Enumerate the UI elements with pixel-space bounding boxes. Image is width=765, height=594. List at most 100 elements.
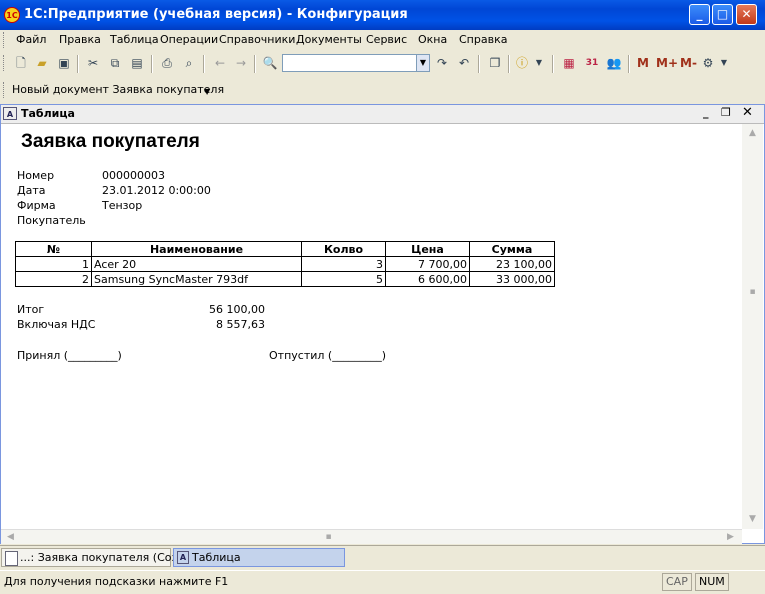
print-icon[interactable]: ⎙ xyxy=(159,55,175,71)
info-icon[interactable]: ⓘ xyxy=(514,55,530,71)
chevron-down-icon[interactable]: ▼ xyxy=(716,55,732,71)
separator xyxy=(552,55,554,73)
col-header-name: Наименование xyxy=(91,241,302,257)
grip-handle[interactable] xyxy=(3,55,7,71)
calculator-icon[interactable]: ▦ xyxy=(561,55,577,71)
cell-sum: 33 000,00 xyxy=(469,271,555,287)
scroll-down-icon[interactable]: ▼ xyxy=(745,512,760,527)
save-icon[interactable]: ▣ xyxy=(56,55,72,71)
vertical-scrollbar[interactable]: ▲ ▪ ▼ xyxy=(742,124,763,529)
tools-icon[interactable]: ⚙ xyxy=(700,55,716,71)
windows-icon[interactable]: ❐ xyxy=(487,55,503,71)
menu-file[interactable]: Файл xyxy=(16,33,46,46)
child-close-button[interactable]: ✕ xyxy=(742,105,753,120)
paste-icon[interactable]: ▤ xyxy=(129,55,145,71)
search-icon[interactable]: 🔍 xyxy=(262,55,278,71)
document-heading: Заявка покупателя xyxy=(21,131,200,152)
col-header-number: № xyxy=(15,241,92,257)
spreadsheet-icon: A xyxy=(177,551,189,564)
status-hint: Для получения подсказки нажмите F1 xyxy=(4,575,229,588)
grip-handle[interactable] xyxy=(3,32,7,48)
spreadsheet-document[interactable]: Заявка покупателя Номер 000000003 Дата 2… xyxy=(1,124,741,529)
child-window-title: Таблица xyxy=(21,107,75,120)
col-header-sum: Сумма xyxy=(469,241,555,257)
new-icon[interactable]: 🗋 xyxy=(13,55,29,71)
find-next-icon[interactable]: ↷ xyxy=(434,55,450,71)
released-signature: Отпустил (_________) xyxy=(269,349,386,362)
cut-icon[interactable]: ✂ xyxy=(85,55,101,71)
copy-icon[interactable]: ⧉ xyxy=(107,55,123,71)
menu-help[interactable]: Справка xyxy=(459,33,507,46)
forward-icon[interactable]: → xyxy=(233,55,249,71)
menu-documents[interactable]: Документы xyxy=(296,33,362,46)
menu-catalogs[interactable]: Справочники xyxy=(219,33,295,46)
cell-number: 1 xyxy=(15,256,92,272)
chevron-down-icon[interactable]: ▼ xyxy=(531,55,547,71)
vat-value: 8 557,63 xyxy=(216,318,265,331)
window-title: 1С:Предприятие (учебная версия) - Конфиг… xyxy=(24,7,408,22)
child-minimize-button[interactable]: _ xyxy=(703,106,709,119)
field-label-date: Дата xyxy=(17,184,46,197)
menu-service[interactable]: Сервис xyxy=(366,33,407,46)
find-prev-icon[interactable]: ↶ xyxy=(456,55,472,71)
field-label-number: Номер xyxy=(17,169,55,182)
maximize-button[interactable]: □ xyxy=(712,4,733,25)
new-document-button[interactable]: Новый документ Заявка покупателя xyxy=(12,83,224,96)
memory-minus-button[interactable]: M- xyxy=(680,56,697,70)
menu-table[interactable]: Таблица xyxy=(110,33,159,46)
received-signature: Принял (_________) xyxy=(17,349,122,362)
separator xyxy=(254,55,256,73)
cell-name: Samsung SyncMaster 793df xyxy=(91,271,302,287)
field-label-firm: Фирма xyxy=(17,199,56,212)
cell-price: 7 700,00 xyxy=(385,256,470,272)
cell-qty: 5 xyxy=(301,271,386,287)
scroll-grip-icon[interactable]: ▪ xyxy=(321,530,336,545)
scroll-up-icon[interactable]: ▲ xyxy=(745,126,760,141)
document-icon xyxy=(5,551,18,566)
app-logo-icon: 1С xyxy=(4,7,20,23)
field-value-date: 23.01.2012 0:00:00 xyxy=(102,184,211,197)
separator xyxy=(77,55,79,73)
cell-qty: 3 xyxy=(301,256,386,272)
task-button-order[interactable]: ...: Заявка покупателя (Соз... xyxy=(1,548,188,567)
chevron-down-icon[interactable]: ▼ xyxy=(204,87,210,96)
col-header-price: Цена xyxy=(385,241,470,257)
menu-operations[interactable]: Операции xyxy=(160,33,218,46)
vat-label: Включая НДС xyxy=(17,318,96,331)
close-button[interactable]: ✕ xyxy=(736,4,757,25)
window-taskbar: ...: Заявка покупателя (Соз... A Таблица xyxy=(0,545,765,570)
users-icon[interactable]: 👥 xyxy=(606,55,622,71)
memory-plus-button[interactable]: M+ xyxy=(656,56,678,70)
search-input[interactable] xyxy=(282,54,417,72)
task-label: Таблица xyxy=(192,551,241,564)
new-document-panel: Новый документ Заявка покупателя ▼ xyxy=(0,78,765,102)
field-value-firm: Тензор xyxy=(102,199,143,212)
field-value-number: 000000003 xyxy=(102,169,165,182)
cell-number: 2 xyxy=(15,271,92,287)
open-folder-icon[interactable]: ▰ xyxy=(34,55,50,71)
child-restore-button[interactable]: ❐ xyxy=(721,106,731,119)
status-bar: Для получения подсказки нажмите F1 CAP N… xyxy=(0,570,765,594)
back-icon[interactable]: ← xyxy=(212,55,228,71)
memory-button[interactable]: M xyxy=(637,56,649,70)
horizontal-scrollbar[interactable]: ◀ ▪ ▶ xyxy=(1,529,742,544)
minimize-button[interactable]: _ xyxy=(689,4,710,25)
separator xyxy=(478,55,480,73)
print-preview-icon[interactable]: ⌕ xyxy=(181,55,197,71)
cell-price: 6 600,00 xyxy=(385,271,470,287)
task-button-table[interactable]: A Таблица xyxy=(173,548,345,567)
scroll-grip-icon[interactable]: ▪ xyxy=(745,285,760,300)
menu-edit[interactable]: Правка xyxy=(59,33,101,46)
cell-name: Acer 20 xyxy=(91,256,302,272)
menu-windows[interactable]: Окна xyxy=(418,33,447,46)
menu-bar: Файл Правка Таблица Операции Справочники… xyxy=(0,30,765,50)
table-window: A Таблица _ ❐ ✕ Заявка покупателя Номер … xyxy=(0,104,765,544)
grip-handle[interactable] xyxy=(3,82,7,98)
calendar-icon[interactable]: 31 xyxy=(584,55,600,71)
table-row: 1 Acer 20 3 7 700,00 23 100,00 xyxy=(15,256,555,272)
search-dropdown-button[interactable]: ▼ xyxy=(417,54,430,72)
spreadsheet-icon: A xyxy=(3,107,17,120)
field-label-customer: Покупатель xyxy=(17,214,86,227)
scroll-left-icon[interactable]: ◀ xyxy=(3,530,18,545)
scroll-right-icon[interactable]: ▶ xyxy=(723,530,738,545)
